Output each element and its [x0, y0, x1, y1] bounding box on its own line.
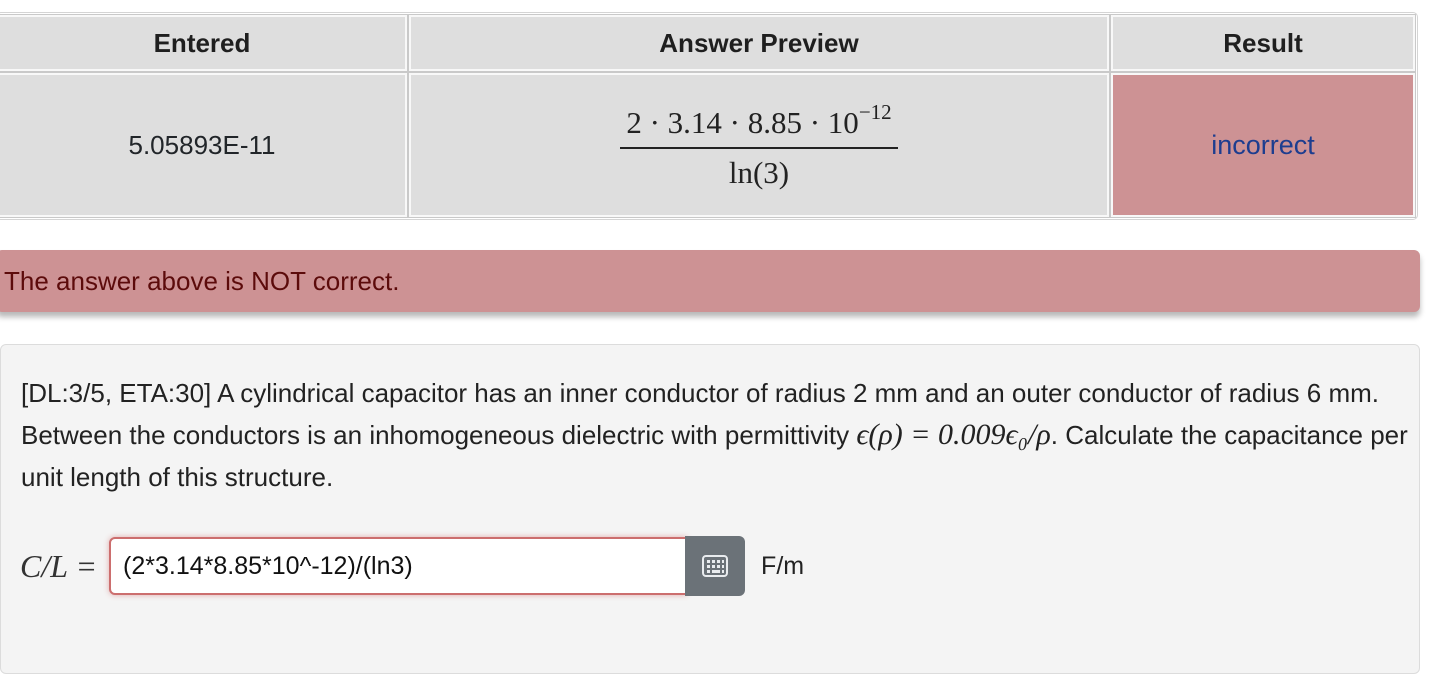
answer-row: C/L = F/m [20, 536, 804, 596]
answer-preview-fraction: 2 · 3.14 · 8.85 · 10−12 ln(3) [620, 99, 898, 191]
problem-statement: [DL:3/5, ETA:30] A cylindrical capacitor… [21, 372, 1411, 498]
answer-input[interactable] [109, 537, 688, 595]
math-keyboard-button[interactable] [685, 536, 746, 596]
feedback-message: The answer above is NOT correct. [4, 265, 400, 296]
results-table: Entered Answer Preview Result 5.05893E-1… [0, 12, 1418, 220]
answer-label: C/L = [20, 547, 98, 584]
entered-value: 5.05893E-11 [128, 129, 276, 160]
answer-units: F/m [761, 551, 805, 580]
header-result: Result [1110, 14, 1416, 72]
answer-preview-cell: 2 · 3.14 · 8.85 · 10−12 ln(3) [408, 72, 1110, 218]
header-preview-label: Answer Preview [659, 27, 859, 58]
fraction-denominator: ln(3) [728, 154, 790, 190]
header-answer-preview: Answer Preview [408, 14, 1110, 72]
header-result-label: Result [1223, 27, 1303, 58]
keyboard-icon [702, 555, 729, 577]
result-status: incorrect [1211, 129, 1315, 160]
header-entered-label: Entered [153, 27, 251, 58]
permittivity-formula: ϵ(ρ) = 0.009ϵ₀/ρ [856, 418, 1051, 451]
numerator-main: 2 · 3.14 · 8.85 · 10 [626, 104, 859, 140]
entered-cell: 5.05893E-11 [0, 72, 408, 218]
result-cell: incorrect [1110, 72, 1416, 218]
feedback-alert: The answer above is NOT correct. [0, 250, 1420, 312]
header-entered: Entered [0, 14, 408, 72]
numerator-exponent: −12 [858, 99, 892, 124]
fraction-numerator: 2 · 3.14 · 8.85 · 10−12 [620, 99, 898, 149]
